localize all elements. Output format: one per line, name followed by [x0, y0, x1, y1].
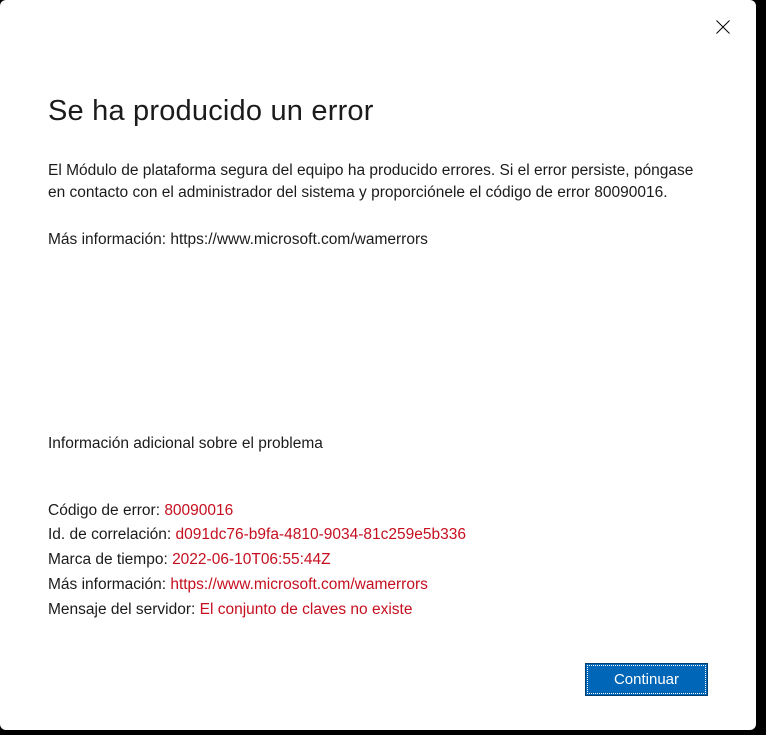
correlation-id-label: Id. de correlación:: [48, 526, 176, 543]
more-info-detail-value: https://www.microsoft.com/wamerrors: [170, 576, 428, 593]
error-code-label: Código de error:: [48, 502, 164, 519]
additional-info-section: Información adicional sobre el problema …: [48, 435, 708, 623]
dialog-content: Se ha producido un error El Módulo de pl…: [0, 0, 756, 623]
timestamp-label: Marca de tiempo:: [48, 551, 172, 568]
dialog-footer: Continuar: [585, 663, 708, 696]
additional-info-title: Información adicional sobre el problema: [48, 435, 708, 453]
more-info-url: https://www.microsoft.com/wamerrors: [170, 231, 428, 248]
more-info-prefix: Más información:: [48, 231, 170, 248]
error-code-line: Código de error: 80090016: [48, 499, 708, 524]
timestamp-line: Marca de tiempo: 2022-06-10T06:55:44Z: [48, 548, 708, 573]
correlation-id-value: d091dc76-b9fa-4810-9034-81c259e5b336: [176, 526, 466, 543]
error-dialog: Se ha producido un error El Módulo de pl…: [0, 0, 756, 730]
more-info-line: Más información: https://www.microsoft.c…: [48, 229, 708, 251]
timestamp-value: 2022-06-10T06:55:44Z: [172, 551, 331, 568]
error-code-value: 80090016: [164, 502, 233, 519]
server-message-value: El conjunto de claves no existe: [200, 601, 413, 618]
close-icon: [716, 20, 730, 34]
more-info-detail-label: Más información:: [48, 576, 170, 593]
error-description: El Módulo de plataforma segura del equip…: [48, 160, 708, 205]
close-button[interactable]: [714, 18, 732, 36]
server-message-line: Mensaje del servidor: El conjunto de cla…: [48, 598, 708, 623]
continue-button[interactable]: Continuar: [585, 663, 708, 696]
correlation-id-line: Id. de correlación: d091dc76-b9fa-4810-9…: [48, 523, 708, 548]
more-info-detail-line: Más información: https://www.microsoft.c…: [48, 573, 708, 598]
dialog-title: Se ha producido un error: [48, 95, 708, 128]
server-message-label: Mensaje del servidor:: [48, 601, 200, 618]
